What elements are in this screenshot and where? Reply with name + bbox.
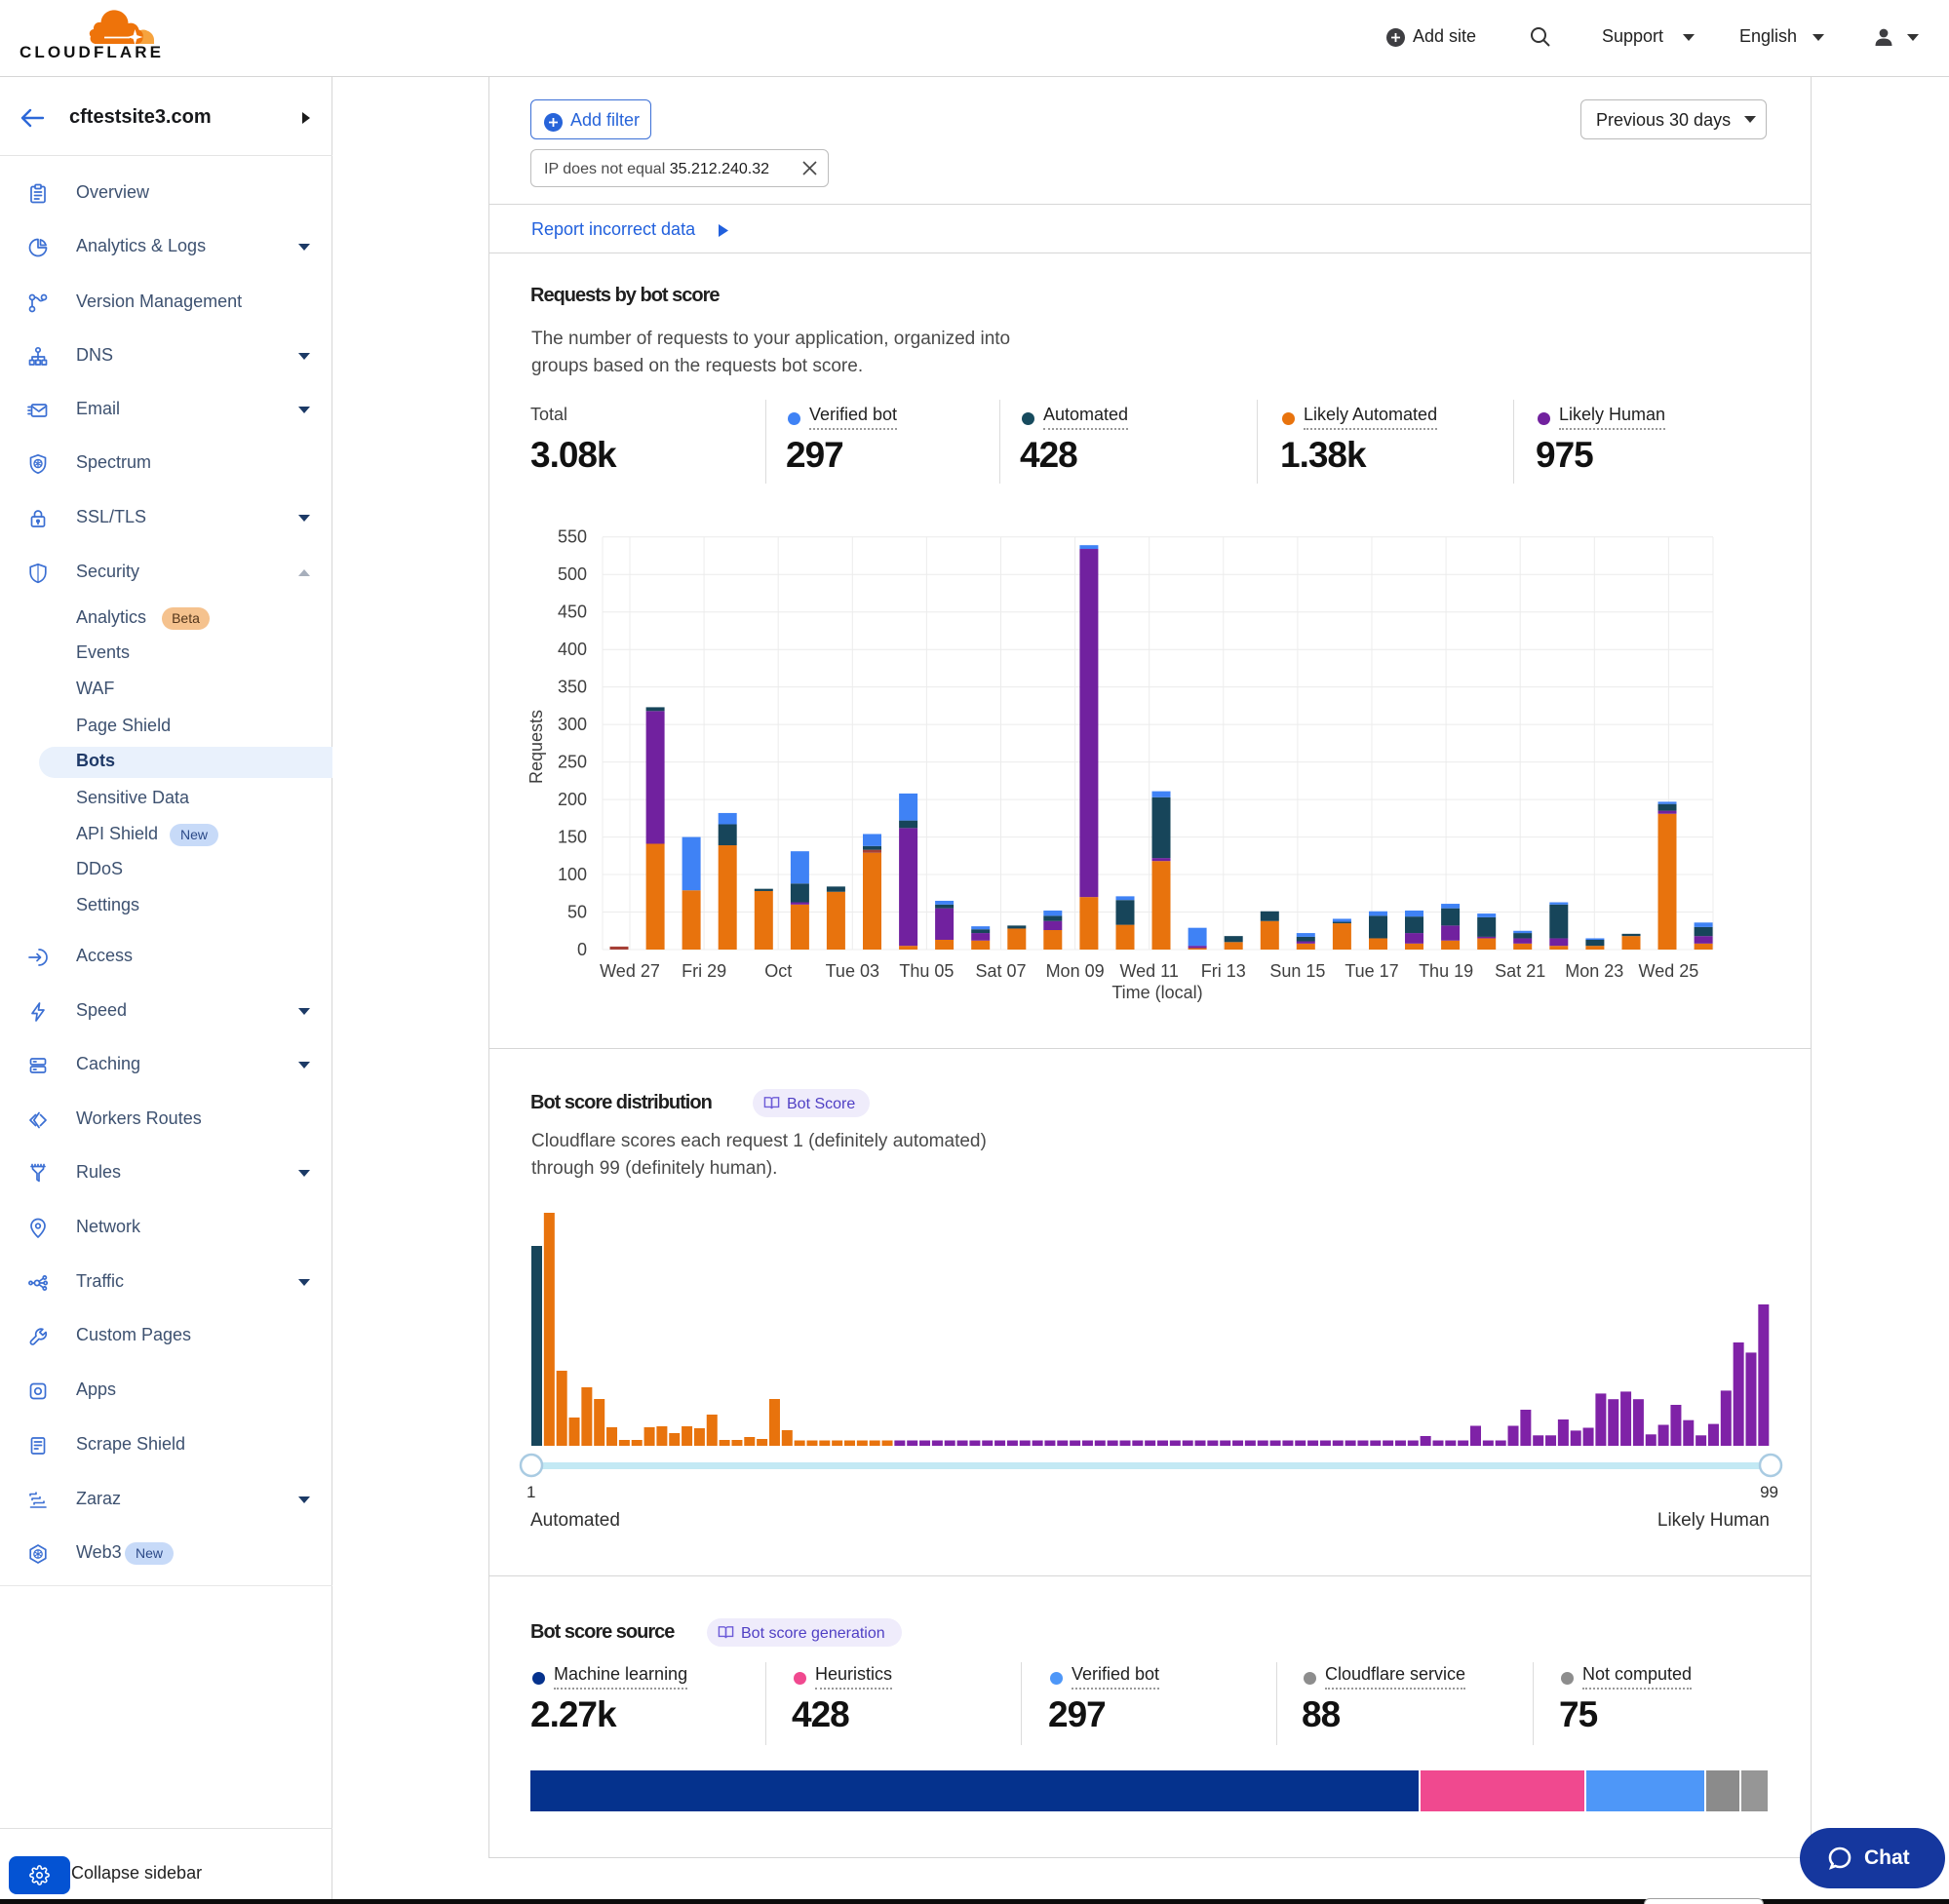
svg-text:Sun 15: Sun 15 — [1269, 961, 1325, 981]
svg-text:Automated: Automated — [530, 1510, 620, 1531]
svg-text:Thu 19: Thu 19 — [1419, 961, 1473, 981]
svg-text:1: 1 — [526, 1483, 535, 1501]
svg-text:99: 99 — [1760, 1483, 1778, 1501]
svg-text:Fri 29: Fri 29 — [682, 961, 726, 981]
svg-text:Wed 25: Wed 25 — [1639, 961, 1699, 981]
svg-text:Wed 11: Wed 11 — [1120, 961, 1179, 981]
svg-text:Fri 13: Fri 13 — [1201, 961, 1246, 981]
svg-text:Sat 07: Sat 07 — [975, 961, 1026, 981]
svg-text:0: 0 — [577, 940, 587, 959]
svg-text:Time (local): Time (local) — [1111, 983, 1202, 1002]
svg-text:250: 250 — [558, 753, 587, 772]
svg-text:Mon 23: Mon 23 — [1565, 961, 1623, 981]
svg-text:50: 50 — [567, 903, 587, 922]
svg-text:Thu 05: Thu 05 — [899, 961, 954, 981]
svg-text:Sat 21: Sat 21 — [1495, 961, 1545, 981]
svg-text:500: 500 — [558, 564, 587, 584]
svg-text:350: 350 — [558, 678, 587, 697]
svg-text:450: 450 — [558, 602, 587, 622]
svg-text:100: 100 — [558, 865, 587, 884]
svg-text:Tue 03: Tue 03 — [826, 961, 879, 981]
svg-text:Mon 09: Mon 09 — [1046, 961, 1105, 981]
svg-text:Likely Human: Likely Human — [1657, 1510, 1770, 1531]
svg-text:Wed 27: Wed 27 — [600, 961, 660, 981]
svg-text:400: 400 — [558, 640, 587, 659]
svg-text:300: 300 — [558, 715, 587, 734]
svg-text:Oct: Oct — [764, 961, 792, 981]
svg-text:Tue 17: Tue 17 — [1345, 961, 1398, 981]
svg-text:Requests: Requests — [526, 710, 546, 784]
svg-text:550: 550 — [558, 527, 587, 547]
svg-text:200: 200 — [558, 790, 587, 809]
svg-text:150: 150 — [558, 828, 587, 847]
